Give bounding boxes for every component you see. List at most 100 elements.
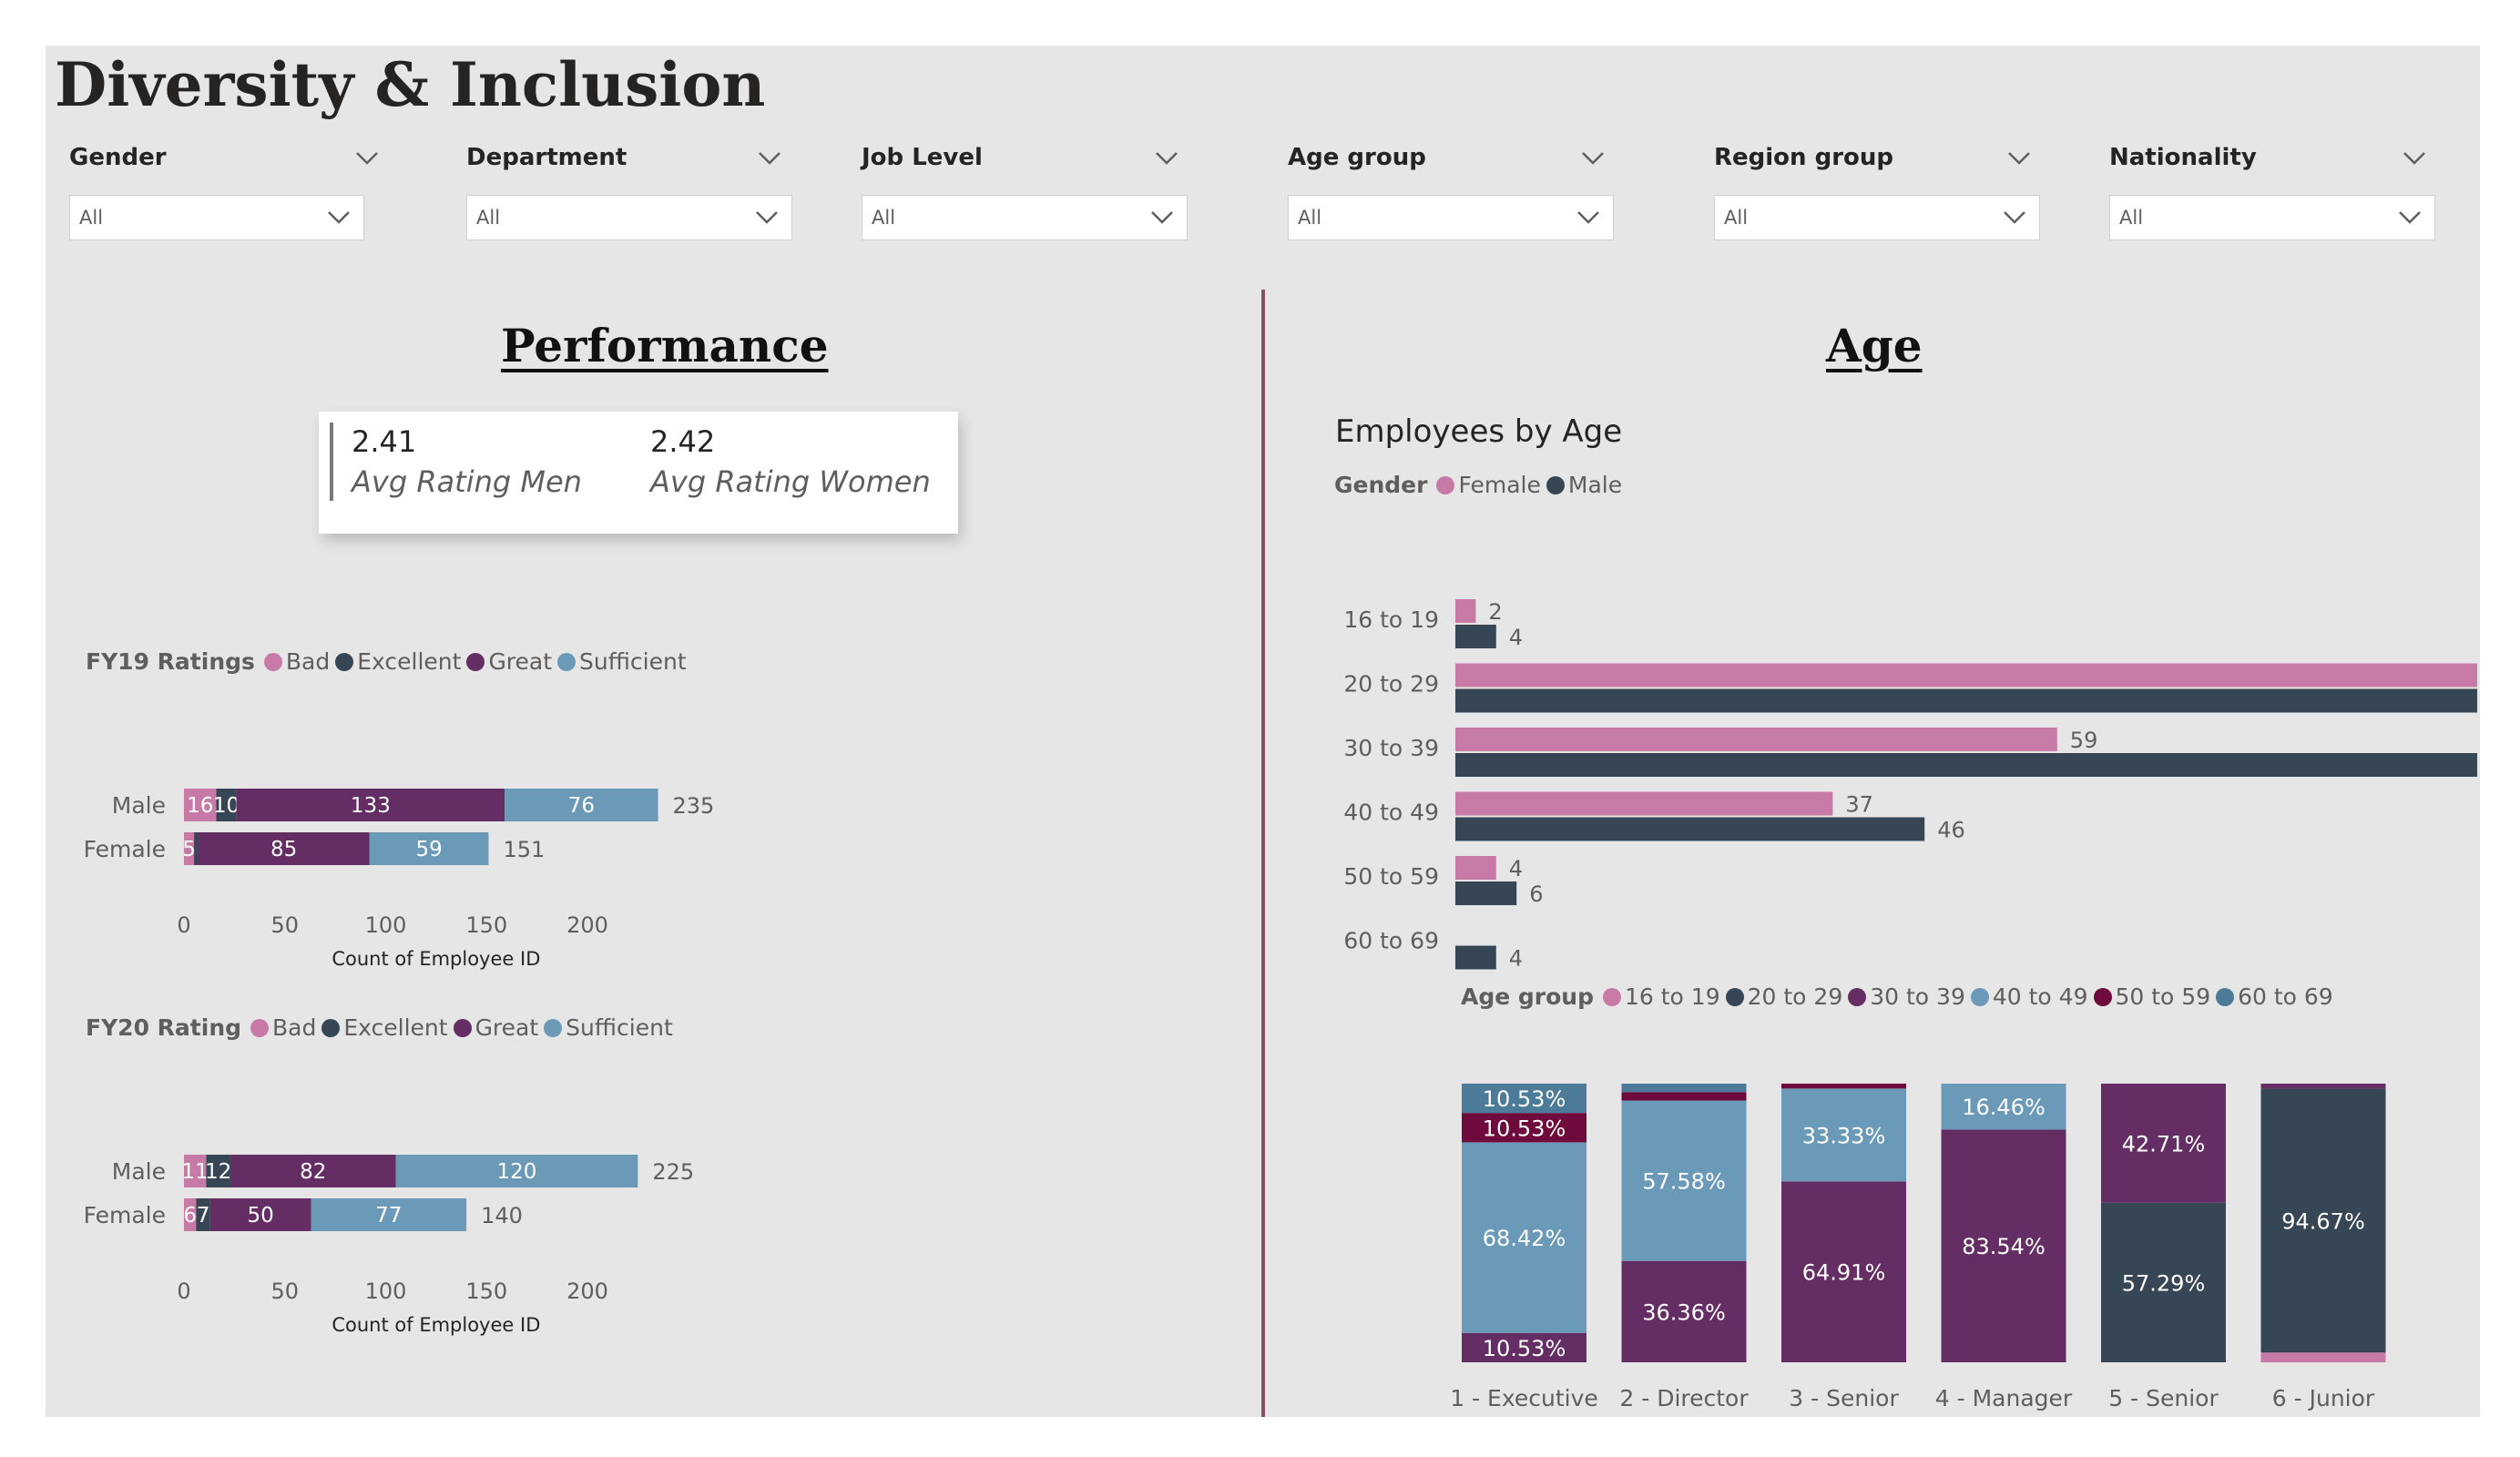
legend-marker [321,1019,341,1037]
category-label: 2 - Director [1619,1385,1749,1411]
category-label: Officer [2285,1416,2362,1417]
legend-item-male[interactable]: Male [1546,472,1622,498]
chevron-down-icon[interactable] [2007,149,2031,168]
kpi-accent-bar [330,423,333,501]
legend-marker [466,653,485,671]
data-label: 77 [375,1204,402,1228]
bar-female [1455,728,2057,751]
legend-item-50-to-59[interactable]: 50 to 59 [2093,983,2210,1010]
slicer-label: Department [466,144,627,171]
data-label: 12 [205,1160,231,1184]
legend-marker [1970,988,1989,1006]
chart-title-employees-by-age: Employees by Age [1335,413,1623,450]
legend-item-great[interactable]: Great [453,1014,538,1041]
legend-marker [1546,476,1565,494]
total-label: 151 [503,837,545,862]
data-label: 4 [1509,946,1523,972]
category-label: Female [84,1202,166,1228]
chevron-down-icon[interactable] [355,149,379,168]
legend-item-60-to-69[interactable]: 60 to 69 [2216,983,2333,1010]
chevron-down-icon [756,211,778,224]
legend-item-sufficient[interactable]: Sufficient [557,648,687,675]
chevron-down-icon[interactable] [1581,149,1605,168]
data-label: 120 [497,1160,537,1184]
legend-label: Sufficient [579,648,687,675]
legend-label: Bad [285,648,331,675]
slicer-label: Region group [1714,144,1894,171]
category-label: 6 - Junior [2272,1385,2375,1411]
legend-age-group: Age group 16 to 19 20 to 29 30 to 39 40 to 4… [1461,983,2339,1010]
x-tick-label: 200 [566,1279,608,1304]
data-label: 16.46% [1962,1095,2046,1120]
section-title-age: Age [1826,319,1923,372]
legend-marker [263,653,282,671]
legend-marker [544,1019,563,1037]
category-label: 4 - Manager [1935,1385,2073,1411]
category-label: 20 to 29 [1343,671,1439,698]
legend-marker [335,653,354,671]
legend-item-female[interactable]: Female [1436,472,1541,498]
legend-label: 40 to 49 [1992,983,2088,1010]
bar-male [1455,753,2477,777]
legend-item-excellent[interactable]: Excellent [335,648,461,675]
bar-female [1455,663,2477,688]
legend-label: Female [1458,472,1541,498]
legend-marker [2093,988,2112,1006]
x-tick-label: 50 [270,912,299,938]
slicer-value: All [872,207,896,229]
data-label: 83.54% [1962,1234,2046,1259]
x-axis-title: Count of Employee ID [332,1314,540,1336]
chevron-down-icon[interactable] [758,149,781,168]
legend-item-40-to-49[interactable]: 40 to 49 [1970,983,2088,1010]
data-label: 85 [270,838,297,861]
legend-label: 20 to 29 [1747,983,1843,1010]
legend-marker [453,1019,472,1037]
data-label: 10.53% [1483,1086,1566,1112]
legend-item-bad[interactable]: Bad [250,1014,316,1041]
bar-female [1455,599,1476,623]
data-label: 36.36% [1642,1299,1726,1325]
slicer-dropdown[interactable]: All [1288,195,1614,240]
slicer-dropdown[interactable]: All [466,195,792,240]
bar-male [1455,625,1496,648]
chart-job-level-age: 10.53% 68.42% 10.53% 10.53% 1 - Executive 36.… [1450,1083,2386,1417]
legend-title: Gender [1334,472,1428,498]
data-label: 59 [2070,728,2098,753]
slicer-dropdown[interactable]: All [2109,195,2435,240]
stack-segment-16-to-19 [2260,1352,2386,1362]
slicer-dropdown[interactable]: All [862,195,1188,240]
data-label: 133 [351,794,391,818]
data-label: 10.53% [1483,1336,1566,1361]
kpi-card: 2.41 Avg Rating Men 2.42 Avg Rating Wome… [319,412,958,534]
category-label: Officer [2126,1416,2202,1417]
legend-item-sufficient[interactable]: Sufficient [544,1014,673,1041]
report-canvas: Diversity & Inclusion Gender All Departm… [46,46,2480,1417]
chevron-down-icon[interactable] [1155,149,1178,168]
bar-segment-excellent [194,832,199,865]
chart-employees-by-age: 16 to 192420 to 2910312030 to 395911540 … [1343,599,2477,972]
chevron-down-icon[interactable] [2403,149,2426,168]
x-tick-label: 100 [365,1279,407,1304]
slicer-dropdown[interactable]: All [1714,195,2040,240]
legend-gender: Gender Female Male [1334,472,1627,498]
chevron-down-icon [2399,211,2421,224]
bar-female [1455,856,1496,880]
legend-marker [2216,988,2235,1006]
data-label: 5 [182,838,196,861]
section-divider [1261,290,1265,1417]
category-label: Manager [1794,1416,1894,1417]
chevron-down-icon [328,211,350,224]
slicer-label: Job Level [862,144,983,171]
x-axis-title: Count of Employee ID [332,948,540,970]
slicer-dropdown[interactable]: All [69,195,364,240]
legend-label: Excellent [357,648,462,675]
data-label: 7 [197,1204,210,1228]
kpi-label-men: Avg Rating Men [352,464,582,499]
legend-item-excellent[interactable]: Excellent [321,1014,448,1041]
legend-item-20-to-29[interactable]: 20 to 29 [1725,983,1843,1010]
legend-item-great[interactable]: Great [466,648,552,675]
legend-item-30-to-39[interactable]: 30 to 39 [1848,983,1965,1010]
legend-item-bad[interactable]: Bad [263,648,331,675]
category-label: 50 to 59 [1343,863,1439,890]
legend-item-16-to-19[interactable]: 16 to 19 [1603,983,1720,1010]
